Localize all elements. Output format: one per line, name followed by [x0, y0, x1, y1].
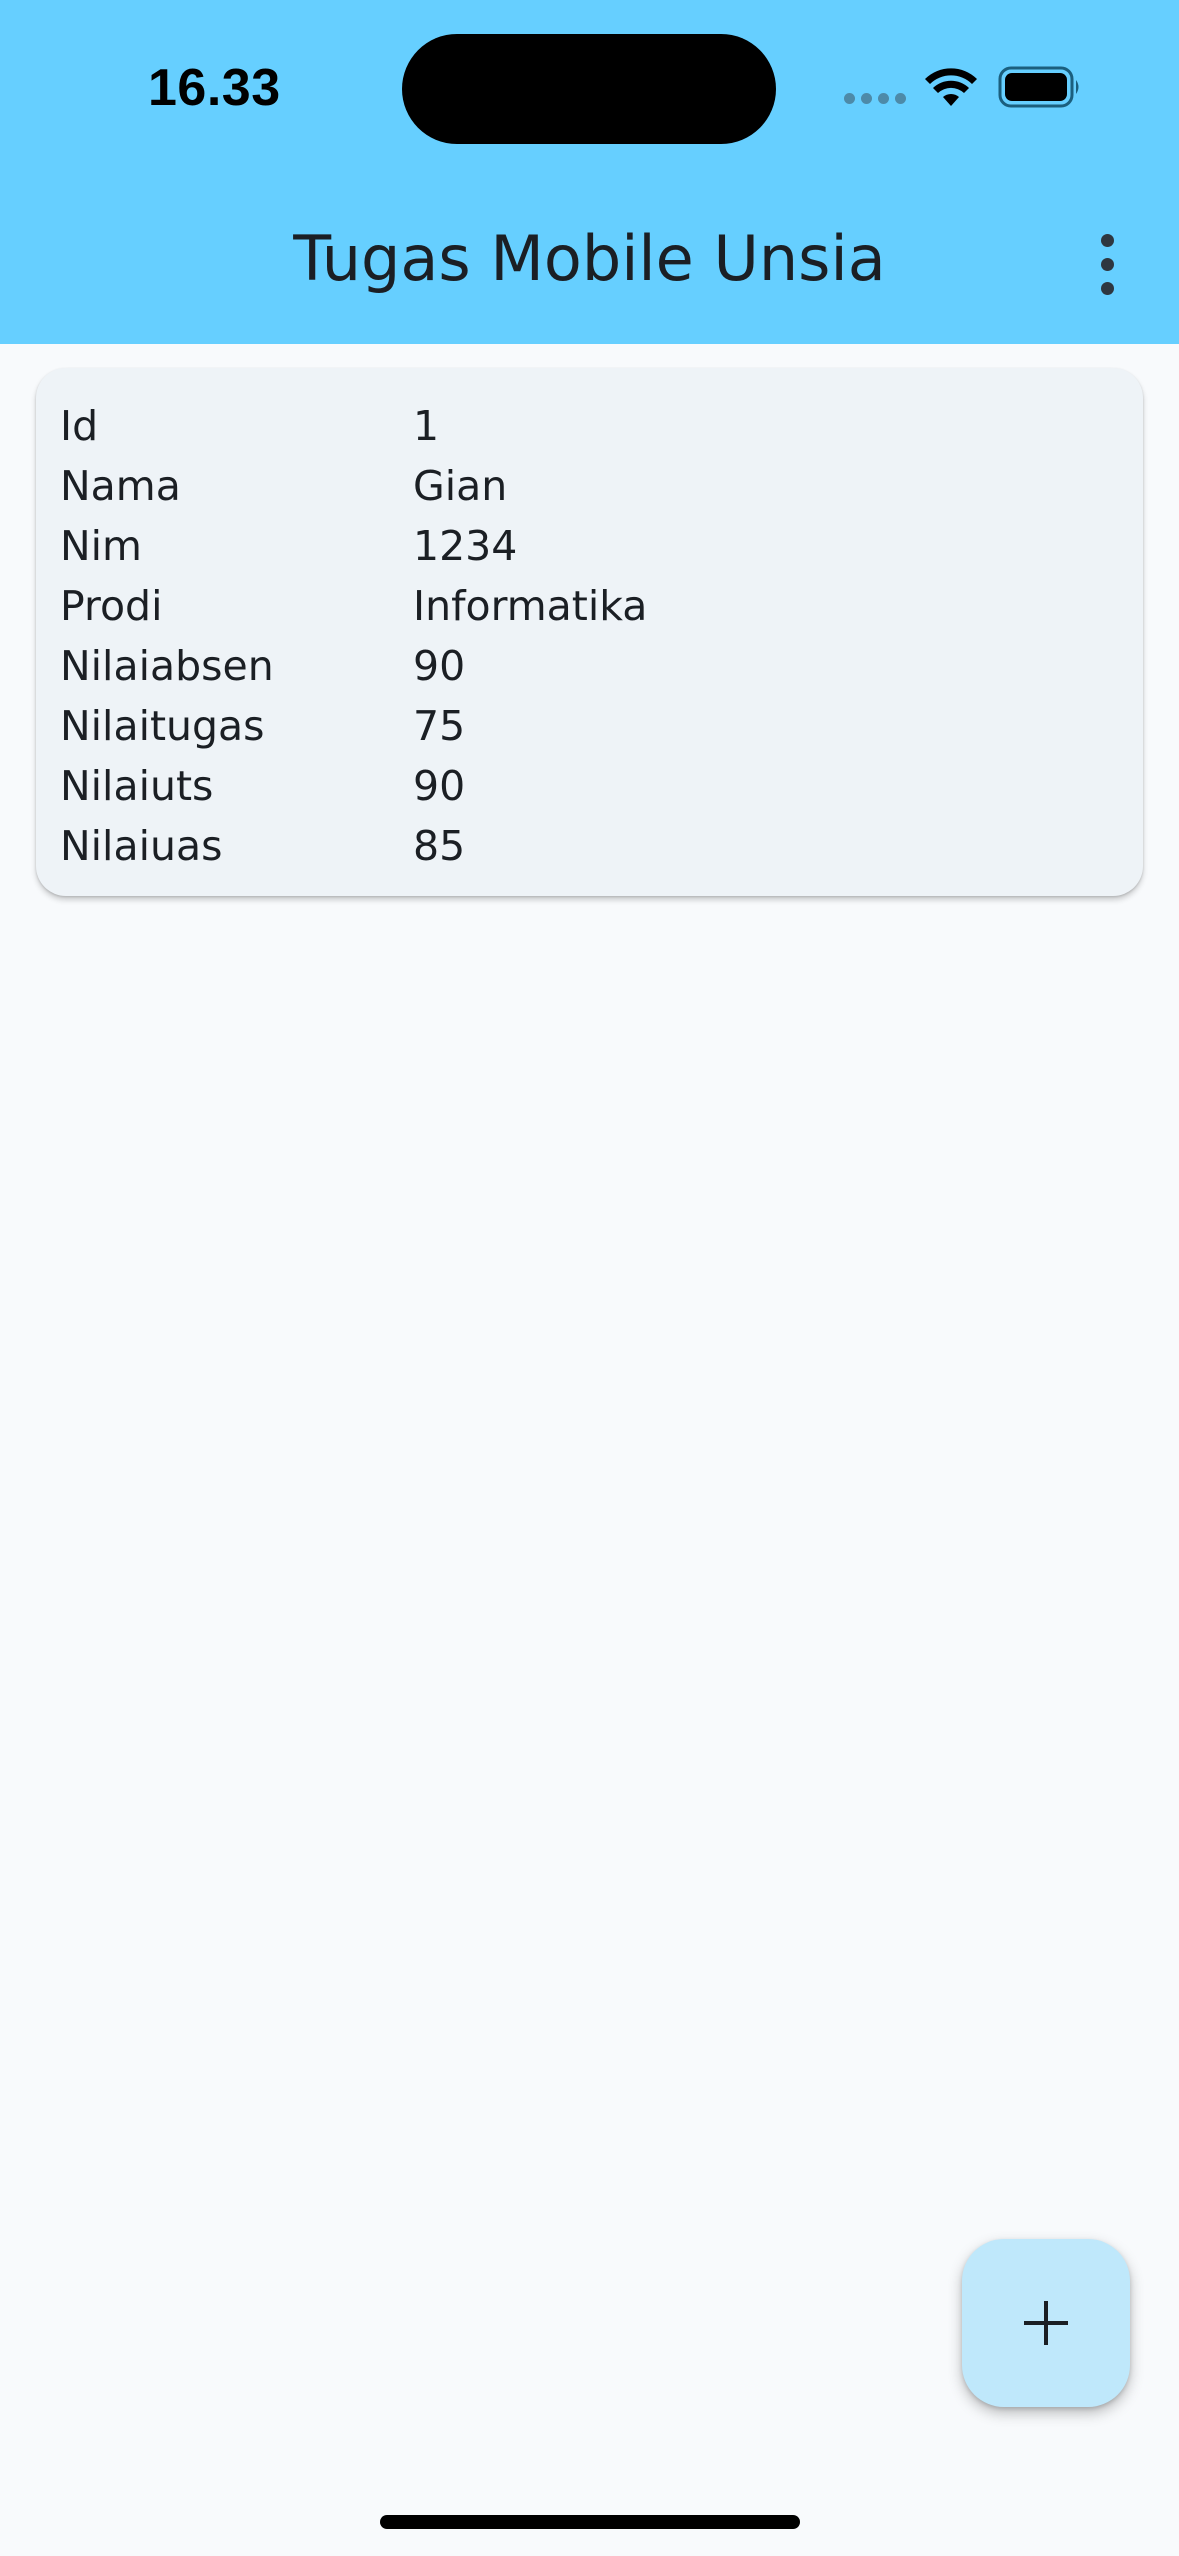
- field-row-nim: Nim 1234: [60, 516, 1120, 576]
- record-card[interactable]: Id 1 Nama Gian Nim 1234 Prodi Informatik…: [36, 368, 1143, 896]
- field-label: Prodi: [60, 582, 163, 630]
- field-row-nilaiuts: Nilaiuts 90: [60, 756, 1120, 816]
- status-time: 16.33: [148, 59, 281, 117]
- app-title: Tugas Mobile Unsia: [293, 222, 886, 295]
- field-row-nilaiuas: Nilaiuas 85: [60, 816, 1120, 876]
- field-value: 85: [413, 822, 466, 870]
- field-value: 75: [413, 702, 466, 750]
- field-value: 1: [413, 402, 440, 450]
- cellular-signal-icon: [844, 93, 906, 104]
- field-label: Nilaiuts: [60, 762, 214, 810]
- plus-icon: [1024, 2301, 1068, 2345]
- field-value: Informatika: [413, 582, 648, 630]
- field-label: Nilaiuas: [60, 822, 223, 870]
- field-row-id: Id 1: [60, 396, 1120, 456]
- field-row-prodi: Prodi Informatika: [60, 576, 1120, 636]
- more-vert-icon[interactable]: [1078, 226, 1136, 302]
- field-label: Nilaiabsen: [60, 642, 274, 690]
- field-label: Nim: [60, 522, 142, 570]
- field-value: 90: [413, 762, 466, 810]
- wifi-icon: [925, 68, 977, 106]
- add-button[interactable]: [962, 2239, 1130, 2407]
- field-value: 90: [413, 642, 466, 690]
- field-row-nilaitugas: Nilaitugas 75: [60, 696, 1120, 756]
- field-label: Nilaitugas: [60, 702, 265, 750]
- battery-icon: [998, 66, 1079, 108]
- field-row-nama: Nama Gian: [60, 456, 1120, 516]
- field-label: Nama: [60, 462, 181, 510]
- app-bar: 16.33 Tugas Mobile Unsia: [0, 0, 1179, 344]
- field-row-nilaiabsen: Nilaiabsen 90: [60, 636, 1120, 696]
- field-label: Id: [60, 402, 99, 450]
- field-value: Gian: [413, 462, 508, 510]
- dynamic-island: [402, 34, 776, 144]
- home-indicator[interactable]: [380, 2515, 800, 2529]
- field-value: 1234: [413, 522, 518, 570]
